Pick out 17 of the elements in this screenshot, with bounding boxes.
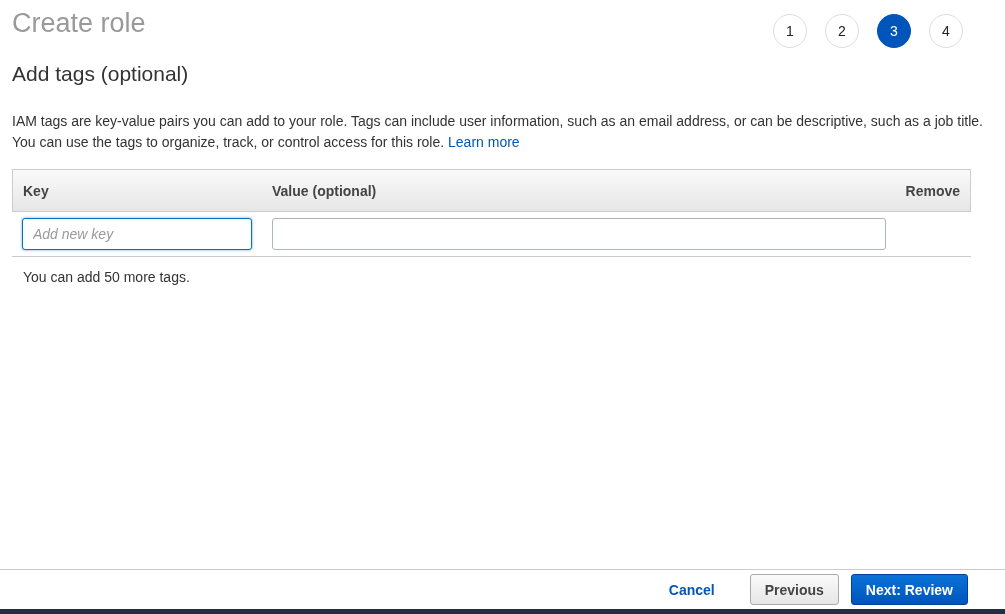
step-indicator[interactable]: 1 xyxy=(773,14,807,48)
step-indicator[interactable]: 2 xyxy=(825,14,859,48)
section-title: Add tags (optional) xyxy=(12,62,190,86)
key-input-field[interactable]: Add new key xyxy=(22,218,252,250)
tags-remaining-text: You can add 50 more tags. xyxy=(23,269,190,285)
step-indicator[interactable]: 3 xyxy=(877,14,911,48)
column-header: Key xyxy=(23,182,50,199)
column-header: Remove xyxy=(905,182,960,199)
previous-button[interactable]: Previous xyxy=(749,574,839,605)
description-text: IAM tags are key-value pairs you can add to your role. Tags can include user information, such as an email address, or can be descriptive, such as a job title. You can use the tags to organize, track, or control access for this role. Learn more xyxy=(12,112,984,152)
value-input-field[interactable] xyxy=(272,218,886,250)
page-title: Create role xyxy=(12,7,146,40)
step-indicator[interactable]: 4 xyxy=(929,14,963,48)
learn-more-link[interactable]: Learn more xyxy=(448,134,520,150)
next-review-button[interactable]: Next: Review xyxy=(850,574,968,605)
cancel-button[interactable]: Cancel xyxy=(664,577,719,602)
column-header: Value (optional) xyxy=(272,182,378,199)
